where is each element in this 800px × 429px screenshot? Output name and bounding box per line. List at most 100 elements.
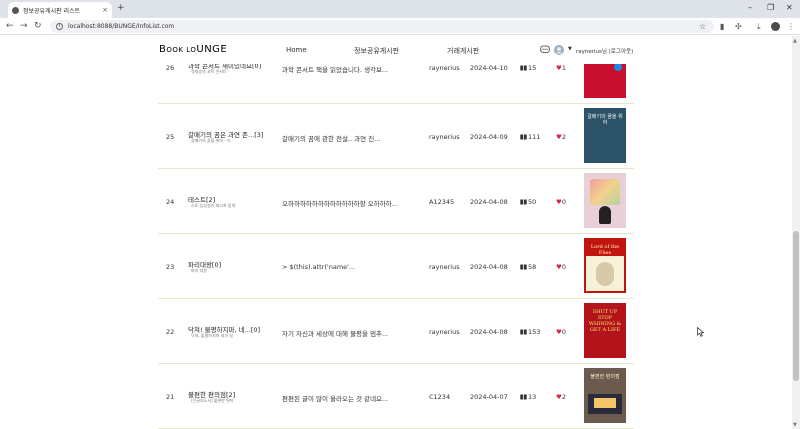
user-avatar-icon[interactable] [554,45,564,55]
page-scrollbar[interactable]: ▲ ▼ [792,36,800,429]
book-cover-image[interactable] [584,173,626,228]
cover-badge [614,63,622,71]
menu-trade-board[interactable]: 거래게시판 [447,46,479,56]
extension-icon[interactable]: ▮ [720,22,724,31]
view-count-value: 58 [528,263,537,271]
scroll-up-icon[interactable]: ▲ [793,38,797,44]
post-number: 24 [166,198,175,206]
post-date: 2024-04-07 [470,393,508,401]
book-cover-text: Lord of the Flies [590,244,620,256]
like-count-value: 2 [561,133,566,141]
post-summary[interactable]: 오하하하하하하하하하하하하항 오하하하... [282,198,398,208]
forward-button[interactable]: → [20,21,28,31]
url-field[interactable]: i localhost:8088/BUNGE/InfoList.com [50,20,714,33]
book-cover-image[interactable]: Lord of the Flies [584,238,626,293]
cover-face [596,262,614,286]
menu-dots-icon[interactable]: ⋮ [787,22,795,31]
book-cover-image[interactable]: SHUT UP STOP WHINING & GET A LIFE [584,303,626,358]
window-close-button[interactable]: ✕ [786,3,793,12]
post-date: 2024-04-08 [470,263,508,271]
book-cover-image[interactable]: 불편한 편의점 [584,368,626,423]
mouse-cursor-icon [697,327,705,337]
url-text: localhost:8088/BUNGE/InfoList.com [68,23,175,30]
address-bar-row: ← → ↻ i localhost:8088/BUNGE/InfoList.co… [0,18,800,35]
post-number: 26 [166,64,175,72]
post-number: 22 [166,328,175,336]
tab-title: 정보공유게시판 리스트 [23,7,81,15]
book-icon [520,64,528,72]
table-row[interactable]: 25 갈매기의 꿈은 과연 존...[3] 갈매기의 꿈을 위하 - 이 갈매기… [158,105,634,169]
post-number: 21 [166,393,175,401]
logo-suffix: UNGE [196,44,228,55]
book-cover-image[interactable]: 갈매기의 꿈을 위하 [584,108,626,163]
post-author: A12345 [429,198,455,206]
reload-button[interactable]: ↻ [34,21,42,31]
tab-close-icon[interactable]: × [102,6,108,14]
site-logo[interactable]: BOOK LOUNGE [159,44,227,55]
comment-count: [0] [211,261,222,269]
like-count-value: 2 [561,393,566,401]
post-author: raynerius [429,64,460,72]
dropdown-caret-icon[interactable]: ▼ [568,46,572,52]
post-summary[interactable]: 과학 콘서트 책을 읽었습니다. 생각보... [282,64,388,74]
browser-tab-bar: 정보공유게시판 리스트 × + – ❐ ✕ [0,0,800,18]
book-title: 스토 입성실의 회고록 탐색 [191,203,236,208]
table-row[interactable]: 23 파리대왕[0] 파리 대왕 > $(this).attr('name'..… [158,235,634,299]
like-count-value: 0 [561,263,566,271]
post-author: raynerius [429,328,460,336]
book-cover-text: 불편한 편의점 [590,374,620,380]
table-row[interactable]: 22 닥쳐! 불평하지마, 네...[0] 닥쳐, 불평하지마 네가 일 자기 … [158,300,634,364]
menu-info-board[interactable]: 정보공유게시판 [354,46,399,56]
like-count-value: 0 [561,198,566,206]
book-title: 닥쳐, 불평하지마 네가 일 [191,333,233,338]
book-title: 갈매기의 꿈을 위하 - 이 [191,138,231,143]
bookmark-star-icon[interactable]: ☆ [699,22,706,31]
like-count: ♥2 [556,133,566,141]
post-summary[interactable]: 편편된 글이 많이 올라오는 것 같네요... [282,393,388,403]
view-count: 58 [520,263,536,271]
cover-window [594,398,616,408]
book-cover-text: 갈매기의 꿈을 위하 [587,114,623,126]
menu-home[interactable]: Home [286,46,307,54]
logo-small: OOK LO [166,46,197,54]
book-title: 파리 대왕 [191,268,207,273]
table-row[interactable]: 24 테스트[2] 스토 입성실의 회고록 탐색 오하하하하하하하하하하하하항 … [158,170,634,234]
book-title: [큰글자도서] 불편한 편의 [191,398,234,403]
view-count-value: 153 [528,328,541,336]
post-summary[interactable]: 갈매기의 꿈에 관한 전설.. 과연 진... [282,133,380,143]
post-author: raynerius [429,133,460,141]
chat-icon[interactable] [540,45,550,55]
table-row[interactable]: 21 불편한 편의점[2] [큰글자도서] 불편한 편의 편편된 글이 많이 올… [158,365,634,429]
browser-tab[interactable]: 정보공유게시판 리스트 × [8,2,112,18]
post-summary[interactable]: > $(this).attr('name'... [282,263,355,271]
site-header: BOOK LOUNGE Home 정보공유게시판 거래게시판 ▼ rayneri… [0,36,792,64]
comment-count: [3] [254,131,264,139]
globe-icon [12,6,19,14]
book-icon [520,198,528,206]
view-count-value: 13 [528,393,537,401]
site-info-icon[interactable]: i [56,23,63,30]
like-count: ♥1 [556,64,566,72]
cover-illustration [590,179,620,205]
page-content: 26 과학 콘서트 재미있네요[0] 정재승의 과학 콘서트 - 과학 콘서트 … [0,36,792,429]
view-count: 50 [520,198,536,206]
new-tab-button[interactable]: + [117,3,125,13]
book-icon [520,328,528,336]
scroll-down-icon[interactable]: ▼ [793,422,797,428]
view-count: 13 [520,393,536,401]
like-count: ♥0 [556,328,566,336]
scrollbar-thumb[interactable] [793,231,799,381]
view-count-value: 111 [528,133,541,141]
back-button[interactable]: ← [6,21,14,31]
view-count-value: 15 [528,64,537,72]
profile-avatar[interactable] [771,22,780,31]
download-icon[interactable]: ⤓ [757,22,761,32]
post-date: 2024-04-10 [470,64,508,72]
post-summary[interactable]: 자기 자신과 세상에 대해 불평을 멈추... [282,328,388,338]
minimize-button[interactable]: – [748,3,752,12]
puzzle-icon[interactable]: ✣ [735,22,742,31]
book-icon [520,133,528,141]
maximize-button[interactable]: ❐ [767,3,774,12]
user-logout-link[interactable]: raynerius님 (로그아웃) [576,47,633,55]
view-count: 111 [520,133,540,141]
